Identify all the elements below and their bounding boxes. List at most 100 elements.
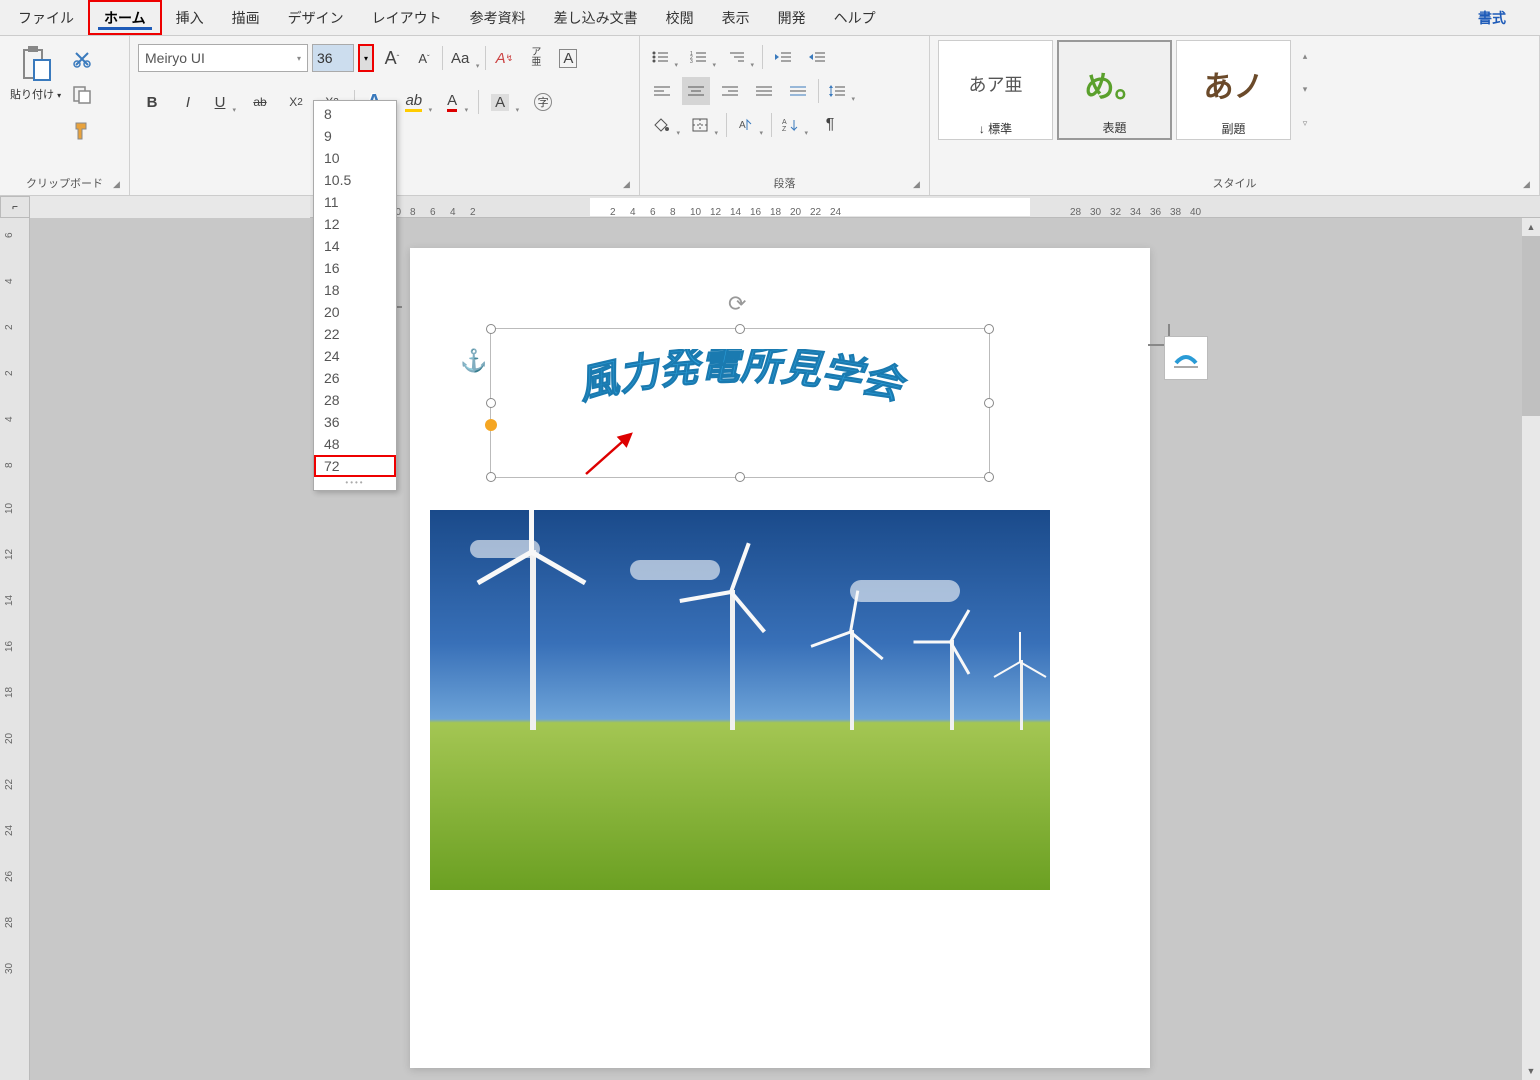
font-size-option[interactable]: 26 (314, 367, 396, 389)
strike-button[interactable]: ab (246, 88, 274, 116)
font-size-dropdown-button[interactable]: ▾ (358, 44, 374, 72)
indent-button[interactable] (803, 43, 831, 71)
font-size-option[interactable]: 14 (314, 235, 396, 257)
horizontal-ruler[interactable]: 1210864224681012141618202224283032343638… (310, 196, 1540, 218)
font-name-combo[interactable]: Meiryo UI▾ (138, 44, 308, 72)
layout-options-button[interactable] (1164, 336, 1208, 380)
distribute-button[interactable] (784, 77, 812, 105)
paragraph-dialog-launcher[interactable]: ◢ (913, 179, 925, 191)
tab-layout[interactable]: レイアウト (358, 0, 456, 35)
font-size-option[interactable]: 9 (314, 125, 396, 147)
italic-button[interactable]: I (174, 88, 202, 116)
underline-button[interactable]: U (210, 88, 238, 116)
tab-draw[interactable]: 描画 (218, 0, 274, 35)
highlight-button[interactable]: ab (401, 88, 434, 116)
scroll-thumb[interactable] (1522, 236, 1540, 416)
ruler-tick: 6 (650, 207, 656, 218)
paste-button[interactable] (16, 44, 56, 84)
enclose-char-button[interactable]: A (554, 44, 582, 72)
resize-handle[interactable] (735, 472, 745, 482)
bullets-button[interactable] (648, 43, 680, 71)
phonetic-guide-button[interactable]: ア亜 (522, 44, 550, 72)
font-size-input[interactable]: 36 (312, 44, 354, 72)
font-size-option[interactable]: 72 (314, 455, 396, 477)
resize-handle[interactable] (984, 324, 994, 334)
font-size-option[interactable]: 28 (314, 389, 396, 411)
align-justify-button[interactable] (750, 77, 778, 105)
format-painter-button[interactable] (69, 118, 95, 144)
multilevel-button[interactable] (724, 43, 756, 71)
scroll-down-button[interactable]: ▼ (1522, 1062, 1540, 1080)
font-size-option[interactable]: 12 (314, 213, 396, 235)
resize-handle[interactable] (486, 324, 496, 334)
grow-font-button[interactable]: Aˆ (378, 44, 406, 72)
font-size-option[interactable]: 10 (314, 147, 396, 169)
outdent-button[interactable] (769, 43, 797, 71)
tab-format[interactable]: 書式 (1464, 0, 1520, 35)
tab-design[interactable]: デザイン (274, 0, 358, 35)
vertical-ruler[interactable]: 6422481012141618202224262830 (0, 218, 30, 1080)
font-size-option[interactable]: 22 (314, 323, 396, 345)
subscript-button[interactable]: X2 (282, 88, 310, 116)
font-dialog-launcher[interactable]: ◢ (623, 179, 635, 191)
clipboard-dialog-launcher[interactable]: ◢ (113, 179, 125, 191)
tab-review[interactable]: 校閲 (652, 0, 708, 35)
borders-button[interactable] (688, 111, 720, 139)
bold-button[interactable]: B (138, 88, 166, 116)
resize-handle[interactable] (984, 472, 994, 482)
font-size-option[interactable]: 36 (314, 411, 396, 433)
scroll-up-button[interactable]: ▲ (1522, 218, 1540, 236)
font-size-option[interactable]: 24 (314, 345, 396, 367)
show-marks-button[interactable]: ¶ (816, 111, 844, 139)
tab-references[interactable]: 参考資料 (456, 0, 540, 35)
font-size-option[interactable]: 20 (314, 301, 396, 323)
tab-view[interactable]: 表示 (708, 0, 764, 35)
clear-format-button[interactable]: A↯ (490, 44, 518, 72)
font-size-option[interactable]: 16 (314, 257, 396, 279)
tab-mailings[interactable]: 差し込み文書 (540, 0, 652, 35)
align-right-button[interactable] (716, 77, 744, 105)
font-size-option[interactable]: 48 (314, 433, 396, 455)
line-spacing-button[interactable] (825, 77, 857, 105)
style-subtitle[interactable]: あノ 副題 (1176, 40, 1291, 140)
tab-home[interactable]: ホーム (88, 0, 162, 35)
font-size-option[interactable]: 11 (314, 191, 396, 213)
font-size-option[interactable]: 10.5 (314, 169, 396, 191)
align-right-icon (722, 84, 738, 98)
font-color-button[interactable]: A (442, 88, 470, 116)
outdent-icon (775, 50, 791, 64)
text-direction-button[interactable]: A (733, 111, 765, 139)
tab-file[interactable]: ファイル (4, 0, 88, 35)
copy-button[interactable] (69, 82, 95, 108)
document-area[interactable]: ⚓ ⟳ 風力発電所見学会 (30, 218, 1540, 1080)
dropdown-grip[interactable]: •••• (314, 477, 396, 488)
tab-developer[interactable]: 開発 (764, 0, 820, 35)
tab-insert[interactable]: 挿入 (162, 0, 218, 35)
shading-button[interactable] (648, 111, 682, 139)
cut-button[interactable] (69, 46, 95, 72)
numbering-button[interactable]: 123 (686, 43, 718, 71)
resize-handle[interactable] (486, 472, 496, 482)
style-normal[interactable]: あア亜 ↓ 標準 (938, 40, 1053, 140)
vertical-scrollbar[interactable]: ▲ ▼ (1522, 218, 1540, 1080)
styles-dialog-launcher[interactable]: ◢ (1523, 179, 1535, 191)
resize-handle[interactable] (735, 324, 745, 334)
separator (771, 113, 772, 137)
ruler-tick: 10 (690, 207, 701, 218)
sort-button[interactable]: AZ (778, 111, 810, 139)
char-shading-button[interactable]: A (487, 88, 521, 116)
style-label: 表題 (1102, 119, 1126, 136)
align-left-button[interactable] (648, 77, 676, 105)
font-size-option[interactable]: 8 (314, 103, 396, 125)
change-case-button[interactable]: Aa (447, 44, 481, 72)
style-gallery-nav[interactable]: ▴▾▿ (1295, 40, 1315, 140)
align-center-button[interactable] (682, 77, 710, 105)
style-title[interactable]: め。 表題 (1057, 40, 1172, 140)
tab-help[interactable]: ヘルプ (820, 0, 890, 35)
layout-options-icon (1172, 347, 1200, 369)
char-border-button[interactable]: 字 (529, 88, 557, 116)
wordart-textbox[interactable]: ⟳ 風力発電所見学会 (490, 328, 990, 478)
shrink-font-button[interactable]: Aˇ (410, 44, 438, 72)
font-size-option[interactable]: 18 (314, 279, 396, 301)
rotate-handle-icon[interactable]: ⟳ (728, 291, 746, 317)
